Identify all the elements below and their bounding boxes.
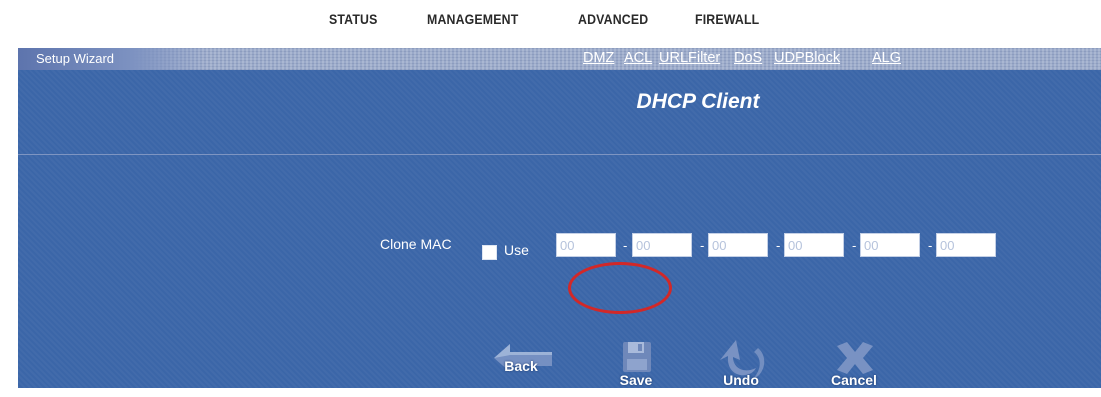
nav-status[interactable]: STATUS — [329, 11, 378, 27]
use-checkbox-label: Use — [504, 242, 529, 258]
mac-octet-2-input[interactable] — [632, 233, 692, 257]
mac-separator: - — [928, 238, 933, 253]
mac-octet-6-input[interactable] — [936, 233, 996, 257]
undo-button[interactable]: Undo — [706, 334, 776, 392]
cancel-label: Cancel — [831, 372, 877, 388]
mac-octet-1-input[interactable] — [556, 233, 616, 257]
back-button[interactable]: Back — [486, 334, 556, 392]
mac-separator: - — [623, 238, 628, 253]
use-checkbox[interactable] — [482, 245, 497, 260]
save-label: Save — [619, 372, 653, 388]
mac-octet-5-input[interactable] — [860, 233, 920, 257]
back-label: Back — [504, 358, 538, 374]
clone-mac-label: Clone MAC — [380, 236, 452, 252]
nav-advanced[interactable]: ADVANCED — [578, 11, 648, 27]
mac-octet-4-input[interactable] — [784, 233, 844, 257]
cancel-button[interactable]: Cancel — [819, 334, 889, 392]
undo-label: Undo — [723, 372, 759, 388]
setup-wizard-link[interactable]: Setup Wizard — [36, 51, 114, 66]
mac-separator: - — [700, 238, 705, 253]
sub-navigation-bar: Setup Wizard DMZ ACL URLFilter DoS UDPBl… — [18, 48, 1101, 70]
section-divider — [18, 154, 1101, 155]
save-button[interactable]: Save — [601, 334, 671, 392]
mac-octet-3-input[interactable] — [708, 233, 768, 257]
sublink-udpblock[interactable]: UDPBlock — [774, 50, 840, 66]
nav-firewall[interactable]: FIREWALL — [695, 11, 759, 27]
sublink-alg[interactable]: ALG — [872, 50, 901, 66]
sublink-urlfilter[interactable]: URLFilter — [659, 50, 720, 66]
sublink-dmz[interactable]: DMZ — [583, 50, 614, 66]
mac-separator: - — [852, 238, 857, 253]
nav-management[interactable]: MANAGEMENT — [427, 11, 518, 27]
sublink-dos[interactable]: DoS — [734, 50, 762, 66]
top-navigation: STATUS MANAGEMENT ADVANCED FIREWALL — [0, 0, 1101, 40]
mac-separator: - — [776, 238, 781, 253]
sublink-acl[interactable]: ACL — [624, 50, 652, 66]
main-panel: DHCP Client Clone MAC Use - - - - - Back… — [18, 70, 1101, 388]
page-title: DHCP Client — [636, 90, 760, 113]
